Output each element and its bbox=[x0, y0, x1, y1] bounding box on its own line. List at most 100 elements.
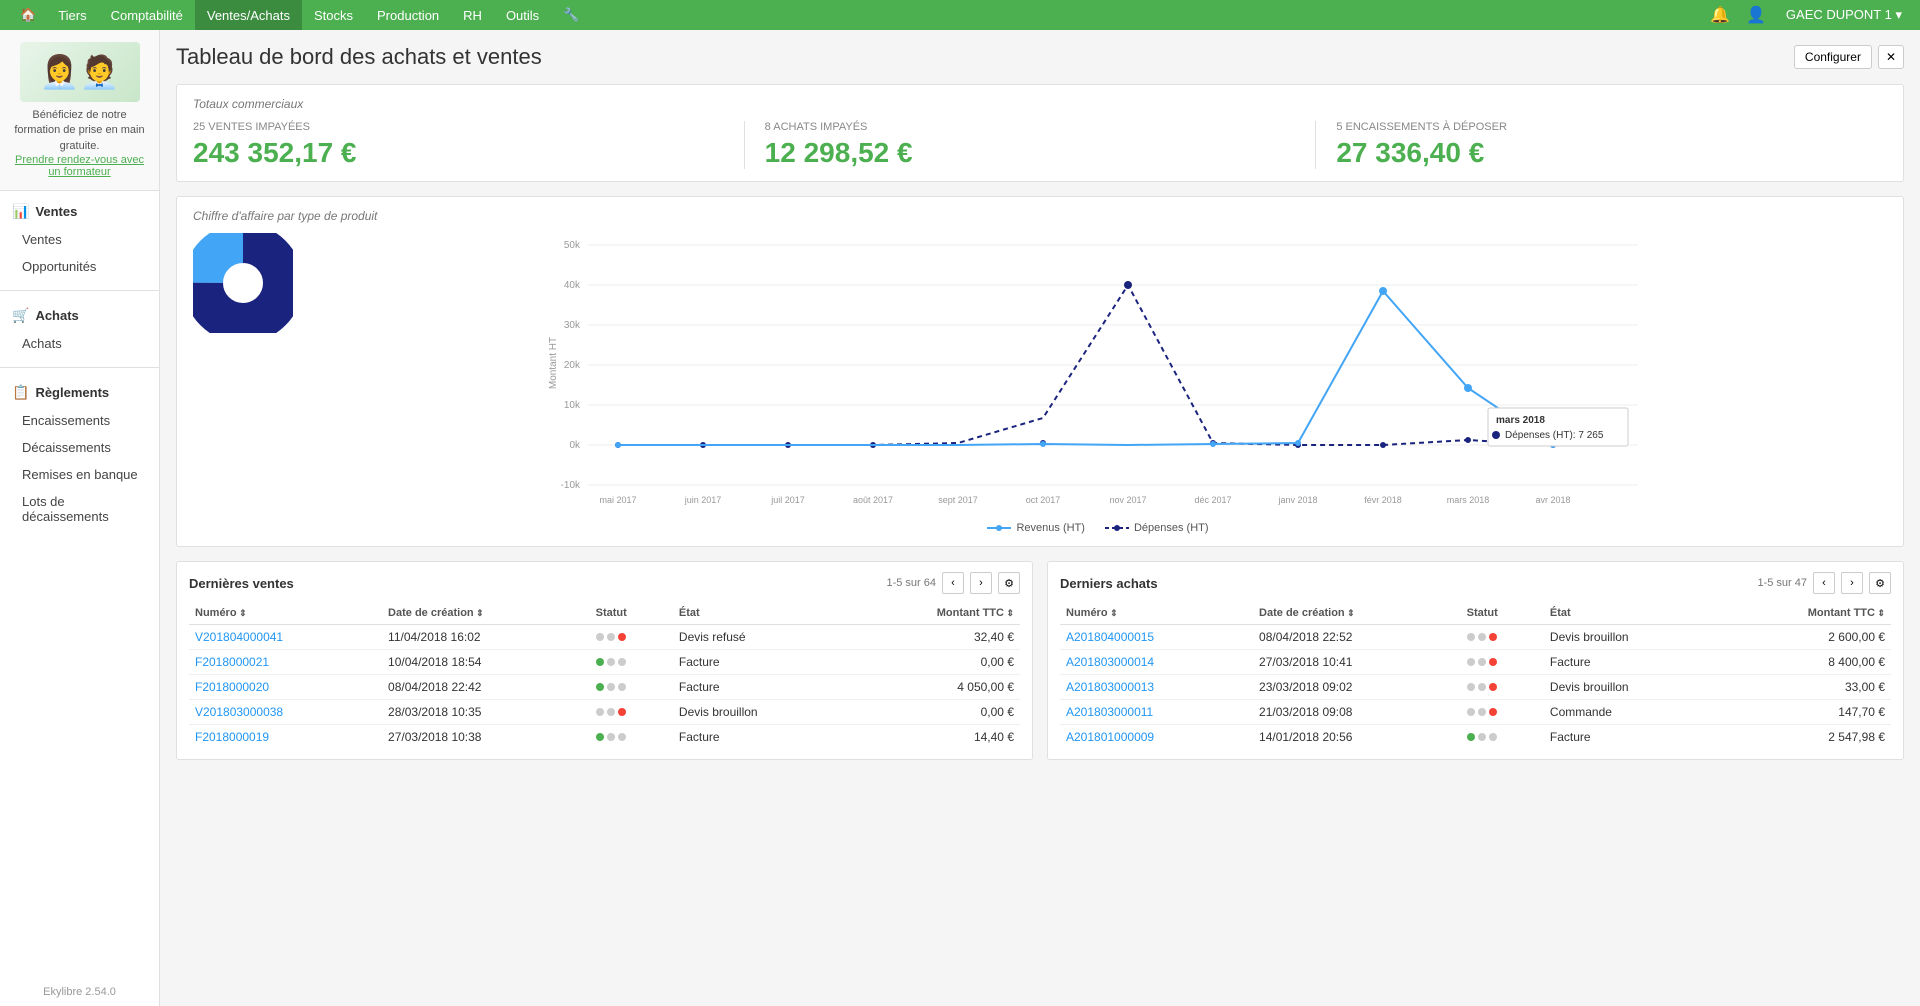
user-menu-button[interactable]: GAEC DUPONT 1 ▾ bbox=[1778, 0, 1910, 30]
svg-text:juil 2017: juil 2017 bbox=[770, 495, 805, 505]
svg-text:Dépenses (HT): 7 265: Dépenses (HT): 7 265 bbox=[1505, 430, 1604, 441]
bottom-tables: Dernières ventes 1-5 sur 64 ‹ › ⚙ Numéro… bbox=[176, 561, 1904, 760]
achats-prev-button[interactable]: ‹ bbox=[1813, 572, 1835, 594]
ventes-montant-cell: 4 050,00 € bbox=[848, 675, 1020, 700]
table-row: A201801000009 14/01/2018 20:56 Facture 2… bbox=[1060, 725, 1891, 750]
totaux-achats-amount: 12 298,52 € bbox=[765, 137, 1296, 169]
ventes-settings-button[interactable]: ⚙ bbox=[998, 572, 1020, 594]
achats-numero-cell[interactable]: A201801000009 bbox=[1060, 725, 1253, 750]
user-circle-icon[interactable]: 👤 bbox=[1742, 1, 1770, 29]
ventes-date-cell: 08/04/2018 22:42 bbox=[382, 675, 590, 700]
achats-col-montant[interactable]: Montant TTC bbox=[1719, 602, 1891, 625]
ventes-statut-cell bbox=[590, 725, 673, 750]
sidebar-item-lots-decaissements[interactable]: Lots de décaissements bbox=[0, 488, 159, 530]
svg-text:avr 2018: avr 2018 bbox=[1535, 495, 1570, 505]
nav-tools-icon[interactable]: 🔧 bbox=[551, 0, 591, 30]
notification-bell-icon[interactable]: 🔔 bbox=[1706, 1, 1734, 29]
nav-production[interactable]: Production bbox=[365, 0, 451, 30]
sidebar-section-ventes-title[interactable]: 📊 Ventes bbox=[0, 197, 159, 226]
chart-title: Chiffre d'affaire par type de produit bbox=[193, 209, 1887, 223]
ventes-date-cell: 28/03/2018 10:35 bbox=[382, 700, 590, 725]
totaux-item-achats[interactable]: 8 ACHATS IMPAYÉS 12 298,52 € bbox=[765, 121, 1317, 169]
ventes-statut-cell bbox=[590, 700, 673, 725]
ventes-prev-button[interactable]: ‹ bbox=[942, 572, 964, 594]
nav-ventes-achats[interactable]: Ventes/Achats bbox=[195, 0, 302, 30]
sidebar-version: Ekylibre 2.54.0 bbox=[0, 978, 159, 1006]
ventes-etat-cell: Devis brouillon bbox=[673, 700, 848, 725]
banner-link[interactable]: Prendre rendez-vous avec un formateur bbox=[10, 154, 149, 178]
sidebar-item-opportunites[interactable]: Opportunités bbox=[0, 253, 159, 280]
svg-text:40k: 40k bbox=[564, 280, 581, 291]
svg-text:0k: 0k bbox=[569, 440, 581, 451]
ventes-col-numero[interactable]: Numéro bbox=[189, 602, 382, 625]
achats-etat-cell: Commande bbox=[1544, 700, 1719, 725]
nav-tiers[interactable]: Tiers bbox=[46, 0, 98, 30]
ventes-numero-cell[interactable]: F2018000020 bbox=[189, 675, 382, 700]
ventes-etat-cell: Facture bbox=[673, 650, 848, 675]
achats-numero-cell[interactable]: A201803000013 bbox=[1060, 675, 1253, 700]
top-navigation: 🏠 Tiers Comptabilité Ventes/Achats Stock… bbox=[0, 0, 1920, 30]
achats-next-button[interactable]: › bbox=[1841, 572, 1863, 594]
ventes-col-montant[interactable]: Montant TTC bbox=[848, 602, 1020, 625]
ventes-col-date[interactable]: Date de création bbox=[382, 602, 590, 625]
totaux-item-ventes[interactable]: 25 VENTES IMPAYÉES 243 352,17 € bbox=[193, 121, 745, 169]
derniers-achats-section: Derniers achats 1-5 sur 47 ‹ › ⚙ Numéro … bbox=[1047, 561, 1904, 760]
ventes-date-cell: 10/04/2018 18:54 bbox=[382, 650, 590, 675]
nav-stocks[interactable]: Stocks bbox=[302, 0, 365, 30]
achats-col-etat: État bbox=[1544, 602, 1719, 625]
nav-outils[interactable]: Outils bbox=[494, 0, 551, 30]
achats-numero-cell[interactable]: A201804000015 bbox=[1060, 625, 1253, 650]
ventes-statut-cell bbox=[590, 675, 673, 700]
sidebar-item-achats[interactable]: Achats bbox=[0, 330, 159, 357]
svg-text:20k: 20k bbox=[564, 360, 581, 371]
achats-settings-button[interactable]: ⚙ bbox=[1869, 572, 1891, 594]
ventes-numero-cell[interactable]: V201803000038 bbox=[189, 700, 382, 725]
chart-section: Chiffre d'affaire par type de produit bbox=[176, 196, 1904, 547]
chart-icon: 📊 bbox=[12, 203, 29, 220]
totaux-achats-sublabel: 8 ACHATS IMPAYÉS bbox=[765, 121, 1296, 133]
ventes-statut-cell bbox=[590, 625, 673, 650]
svg-text:50k: 50k bbox=[564, 240, 581, 251]
ventes-statut-cell bbox=[590, 650, 673, 675]
sidebar-item-encaissements[interactable]: Encaissements bbox=[0, 407, 159, 434]
sidebar-item-decaissements[interactable]: Décaissements bbox=[0, 434, 159, 461]
sidebar-banner: 👩‍💼🧑‍💼 Bénéficiez de notre formation de … bbox=[0, 30, 159, 191]
achats-statut-cell bbox=[1461, 725, 1544, 750]
legend-depenses: Dépenses (HT) bbox=[1105, 522, 1209, 534]
sidebar-section-reglements-title[interactable]: 📋 Règlements bbox=[0, 378, 159, 407]
achats-montant-cell: 33,00 € bbox=[1719, 675, 1891, 700]
achats-pagination-text: 1-5 sur 47 bbox=[1757, 577, 1807, 589]
main-content: Tableau de bord des achats et ventes Con… bbox=[160, 30, 1920, 1006]
achats-table: Numéro Date de création Statut État Mont… bbox=[1060, 602, 1891, 749]
table-row: V201804000041 11/04/2018 16:02 Devis ref… bbox=[189, 625, 1020, 650]
ventes-col-etat: État bbox=[673, 602, 848, 625]
svg-text:mars 2018: mars 2018 bbox=[1447, 495, 1490, 505]
sidebar-section-achats-title[interactable]: 🛒 Achats bbox=[0, 301, 159, 330]
sidebar-item-ventes[interactable]: Ventes bbox=[0, 226, 159, 253]
ventes-numero-cell[interactable]: F2018000019 bbox=[189, 725, 382, 750]
ventes-next-button[interactable]: › bbox=[970, 572, 992, 594]
configure-button[interactable]: Configurer bbox=[1794, 45, 1872, 69]
table-row: F2018000019 27/03/2018 10:38 Facture 14,… bbox=[189, 725, 1020, 750]
ventes-numero-cell[interactable]: V201804000041 bbox=[189, 625, 382, 650]
sidebar-section-ventes: 📊 Ventes Ventes Opportunités bbox=[0, 191, 159, 286]
totaux-encaissements-sublabel: 5 ENCAISSEMENTS À DÉPOSER bbox=[1336, 121, 1867, 133]
home-nav-item[interactable]: 🏠 bbox=[10, 0, 46, 30]
achats-numero-cell[interactable]: A201803000014 bbox=[1060, 650, 1253, 675]
ventes-table-header: Dernières ventes 1-5 sur 64 ‹ › ⚙ bbox=[189, 572, 1020, 594]
achats-col-numero[interactable]: Numéro bbox=[1060, 602, 1253, 625]
achats-col-date[interactable]: Date de création bbox=[1253, 602, 1461, 625]
achats-statut-cell bbox=[1461, 625, 1544, 650]
achats-numero-cell[interactable]: A201803000011 bbox=[1060, 700, 1253, 725]
nav-rh[interactable]: RH bbox=[451, 0, 494, 30]
achats-date-cell: 14/01/2018 20:56 bbox=[1253, 725, 1461, 750]
achats-etat-cell: Facture bbox=[1544, 650, 1719, 675]
ventes-numero-cell[interactable]: F2018000021 bbox=[189, 650, 382, 675]
svg-text:févr 2018: févr 2018 bbox=[1364, 495, 1402, 505]
sidebar-item-remises-banque[interactable]: Remises en banque bbox=[0, 461, 159, 488]
totaux-item-encaissements[interactable]: 5 ENCAISSEMENTS À DÉPOSER 27 336,40 € bbox=[1336, 121, 1887, 169]
banner-text: Bénéficiez de notre formation de prise e… bbox=[10, 108, 149, 154]
close-button[interactable]: ✕ bbox=[1878, 45, 1904, 69]
nav-comptabilite[interactable]: Comptabilité bbox=[99, 0, 195, 30]
table-row: A201804000015 08/04/2018 22:52 Devis bro… bbox=[1060, 625, 1891, 650]
